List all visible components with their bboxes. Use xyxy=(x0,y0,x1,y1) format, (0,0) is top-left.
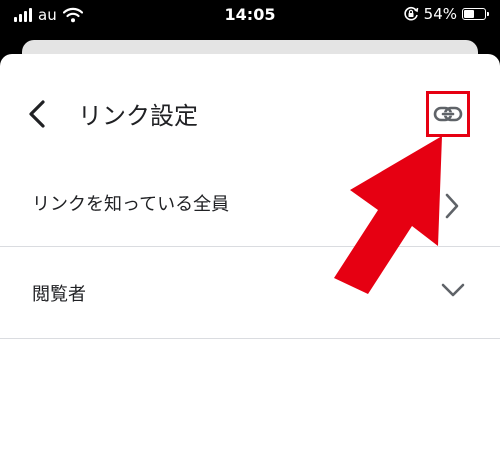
divider xyxy=(0,338,500,339)
link-access-row[interactable]: リンクを知っている全員 xyxy=(0,162,500,246)
battery-icon xyxy=(462,8,489,20)
role-row[interactable]: 閲覧者 xyxy=(0,248,500,338)
chevron-left-icon xyxy=(29,100,45,128)
divider xyxy=(0,246,500,247)
link-access-label: リンクを知っている全員 xyxy=(32,194,230,215)
copy-link-button[interactable] xyxy=(426,91,470,137)
page-title: リンク設定 xyxy=(78,102,198,130)
status-right: 54% xyxy=(403,5,489,23)
chevron-right-icon xyxy=(445,193,459,219)
status-bar: au 14:05 54% xyxy=(0,0,500,32)
orientation-lock-icon xyxy=(404,6,418,21)
chevron-down-icon xyxy=(441,283,465,297)
link-settings-sheet: リンク設定 リンクを知っている全員 閲覧者 xyxy=(0,54,500,474)
role-label: 閲覧者 xyxy=(32,284,86,305)
battery-fill xyxy=(464,10,474,18)
battery-percent: 54% xyxy=(423,5,457,23)
link-icon xyxy=(433,106,463,122)
back-button[interactable] xyxy=(24,97,50,131)
